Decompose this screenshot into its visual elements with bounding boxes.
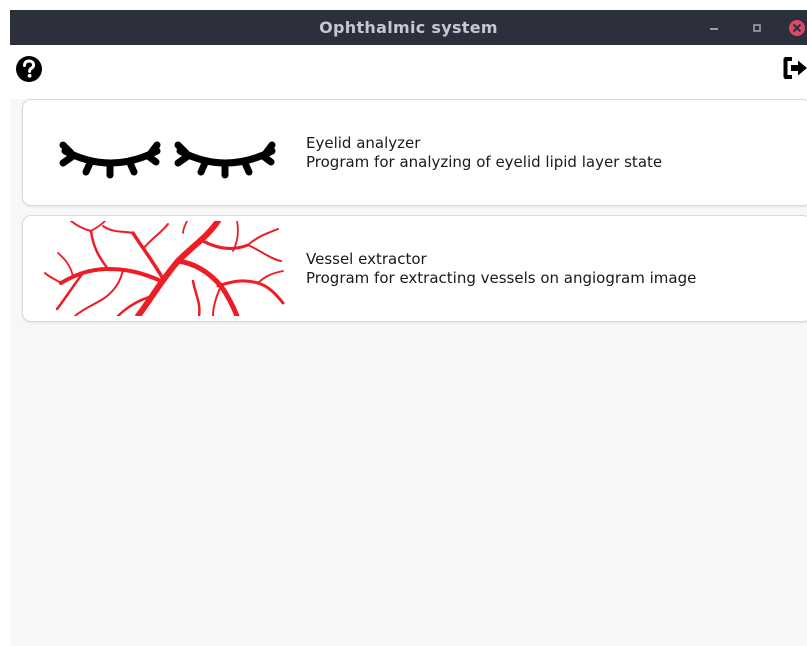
toolbar <box>10 45 807 99</box>
program-card-vessel-extractor[interactable]: Vessel extractor Program for extracting … <box>22 215 807 322</box>
program-name: Vessel extractor <box>306 250 427 268</box>
minimize-icon[interactable] <box>706 20 722 36</box>
sign-out-icon[interactable] <box>780 53 807 83</box>
question-circle-icon[interactable] <box>14 54 44 84</box>
program-name: Eyelid analyzer <box>306 134 421 152</box>
maximize-icon[interactable] <box>749 20 765 36</box>
program-description: Program for analyzing of eyelid lipid la… <box>306 153 663 171</box>
close-icon[interactable] <box>786 18 807 38</box>
title-bar[interactable]: Ophthalmic system <box>10 10 807 45</box>
program-info: Vessel extractor Program for extracting … <box>306 250 696 288</box>
app-window: Ophthalmic system Eyelid analyzer Progra… <box>10 10 807 646</box>
program-card-eyelid-analyzer[interactable]: Eyelid analyzer Program for analyzing of… <box>22 99 807 206</box>
program-info: Eyelid analyzer Program for analyzing of… <box>306 134 662 172</box>
blood-vessels-icon <box>44 221 285 316</box>
program-description: Program for extracting vessels on angiog… <box>306 269 697 287</box>
window-title: Ophthalmic system <box>319 18 498 37</box>
closed-eyes-icon <box>59 141 276 179</box>
